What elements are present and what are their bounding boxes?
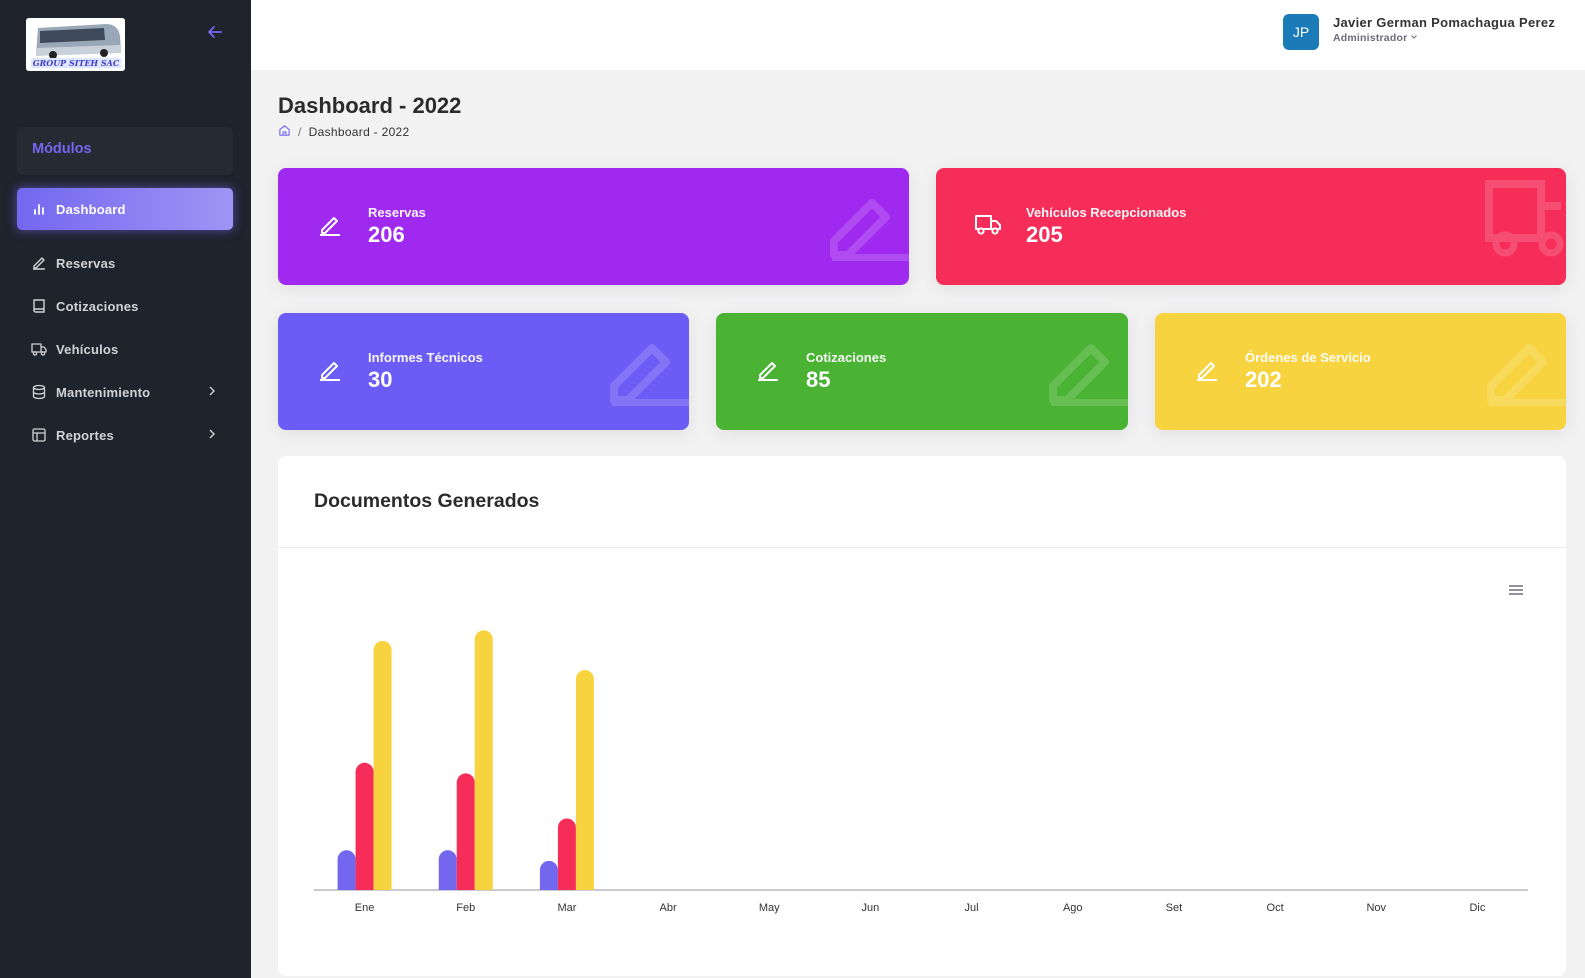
- sidebar-item-vehiculos[interactable]: Vehículos: [17, 328, 233, 370]
- x-tick-label: Ene: [355, 902, 375, 914]
- sidebar-item-label: Cotizaciones: [56, 298, 139, 314]
- truck-icon: [31, 341, 47, 357]
- breadcrumb: / Dashboard - 2022: [278, 124, 410, 140]
- bar-chart: Ene Feb Mar Abr May Jun Jul Ago Set Oct Nov Dic: [314, 630, 1528, 914]
- chart-bar[interactable]: [575, 670, 594, 890]
- avatar-initials: JP: [1292, 24, 1310, 40]
- collapse-sidebar-icon[interactable]: [205, 22, 225, 42]
- edit-icon: [31, 255, 47, 271]
- stat-card-ordenes[interactable]: Órdenes de Servicio 202: [1155, 313, 1566, 430]
- stat-value: 30: [368, 367, 393, 392]
- stat-value: 85: [806, 367, 831, 392]
- x-tick-label: Mar: [557, 902, 576, 914]
- stat-value: 202: [1245, 367, 1282, 392]
- documents-chart-card: Documentos Generados Ene Feb Mar Abr May Jun J…: [278, 456, 1566, 976]
- sidebar-item-mantenimiento[interactable]: Mantenimiento: [17, 371, 233, 413]
- edit-icon: [1043, 321, 1128, 407]
- breadcrumb-current: Dashboard - 2022: [308, 125, 410, 139]
- chart-bar[interactable]: [474, 630, 493, 890]
- home-icon[interactable]: [278, 124, 291, 140]
- stat-label: Reservas: [368, 205, 426, 220]
- stat-value: 206: [368, 222, 405, 247]
- sidebar-item-label: Mantenimiento: [56, 384, 151, 400]
- truck-icon: [974, 210, 1002, 238]
- chevron-right-icon: [205, 427, 219, 441]
- edit-icon: [604, 321, 689, 407]
- sidebar-item-reservas[interactable]: Reservas: [17, 242, 233, 284]
- x-tick-label: May: [759, 902, 780, 914]
- sidebar-item-label: Vehículos: [56, 341, 119, 357]
- company-logo[interactable]: GROUP SITEH SAC: [26, 18, 125, 71]
- stat-card-cotizaciones[interactable]: Cotizaciones 85: [716, 313, 1128, 430]
- stat-label: Cotizaciones: [806, 350, 887, 365]
- edit-icon: [1481, 321, 1566, 407]
- breadcrumb-separator: /: [298, 125, 302, 139]
- stat-value: 205: [1026, 222, 1063, 247]
- truck-icon: [1481, 176, 1566, 261]
- sidebar-item-label: Reservas: [56, 255, 116, 271]
- sidebar-item-cotizaciones[interactable]: Cotizaciones: [17, 285, 233, 327]
- chevron-down-icon: [1411, 35, 1418, 39]
- avatar[interactable]: JP: [1283, 14, 1319, 50]
- user-role: Administrador: [1333, 32, 1408, 44]
- sidebar-item-dashboard[interactable]: Dashboard: [17, 188, 233, 230]
- stat-label: Informes Técnicos: [368, 350, 483, 365]
- x-tick-label: Nov: [1366, 902, 1386, 914]
- sidebar-item-reportes[interactable]: Reportes: [17, 414, 233, 456]
- chart-bar[interactable]: [355, 762, 374, 890]
- x-tick-label: Jun: [862, 902, 880, 914]
- stat-card-informes[interactable]: Informes Técnicos 30: [278, 313, 689, 430]
- x-tick-label: Set: [1166, 902, 1183, 914]
- x-tick-label: Ago: [1063, 902, 1083, 914]
- chart-bar[interactable]: [438, 850, 457, 890]
- sidebar-item-label: Dashboard: [56, 201, 126, 217]
- x-tick-label: Oct: [1267, 902, 1284, 914]
- database-icon: [31, 384, 47, 400]
- user-role-dropdown[interactable]: Administrador: [1333, 32, 1418, 44]
- modules-header: Módulos: [17, 127, 233, 175]
- sidebar-item-label: Reportes: [56, 427, 114, 443]
- x-tick-label: Jul: [965, 902, 979, 914]
- chart-bar[interactable]: [539, 860, 558, 890]
- page-title: Dashboard - 2022: [278, 93, 462, 118]
- chart-bar[interactable]: [337, 850, 356, 890]
- stat-card-vehiculos[interactable]: Vehículos Recepcionados 205: [936, 168, 1566, 285]
- edit-icon: [1193, 355, 1221, 383]
- stat-card-reservas[interactable]: Reservas 206: [278, 168, 909, 285]
- edit-icon: [754, 355, 782, 383]
- x-tick-label: Abr: [660, 902, 677, 914]
- stat-label: Órdenes de Servicio: [1245, 350, 1371, 365]
- edit-icon: [824, 176, 909, 262]
- modules-label: Módulos: [32, 141, 92, 157]
- bar-chart-icon: [31, 201, 47, 217]
- chart-bar[interactable]: [557, 818, 576, 890]
- user-name: Javier German Pomachagua Perez: [1333, 15, 1556, 30]
- sidebar: GROUP SITEH SAC Módulos Dashboard Reserv…: [0, 0, 251, 978]
- layout-icon: [31, 427, 47, 443]
- logo-text: GROUP SITEH SAC: [33, 58, 120, 68]
- x-tick-label: Feb: [456, 902, 475, 914]
- chevron-right-icon: [205, 384, 219, 398]
- edit-icon: [316, 210, 344, 238]
- chart-bar[interactable]: [373, 640, 392, 890]
- book-icon: [31, 298, 47, 314]
- edit-icon: [316, 355, 344, 383]
- chart-bar[interactable]: [456, 773, 475, 890]
- x-tick-label: Dic: [1469, 902, 1485, 914]
- stat-label: Vehículos Recepcionados: [1026, 205, 1187, 220]
